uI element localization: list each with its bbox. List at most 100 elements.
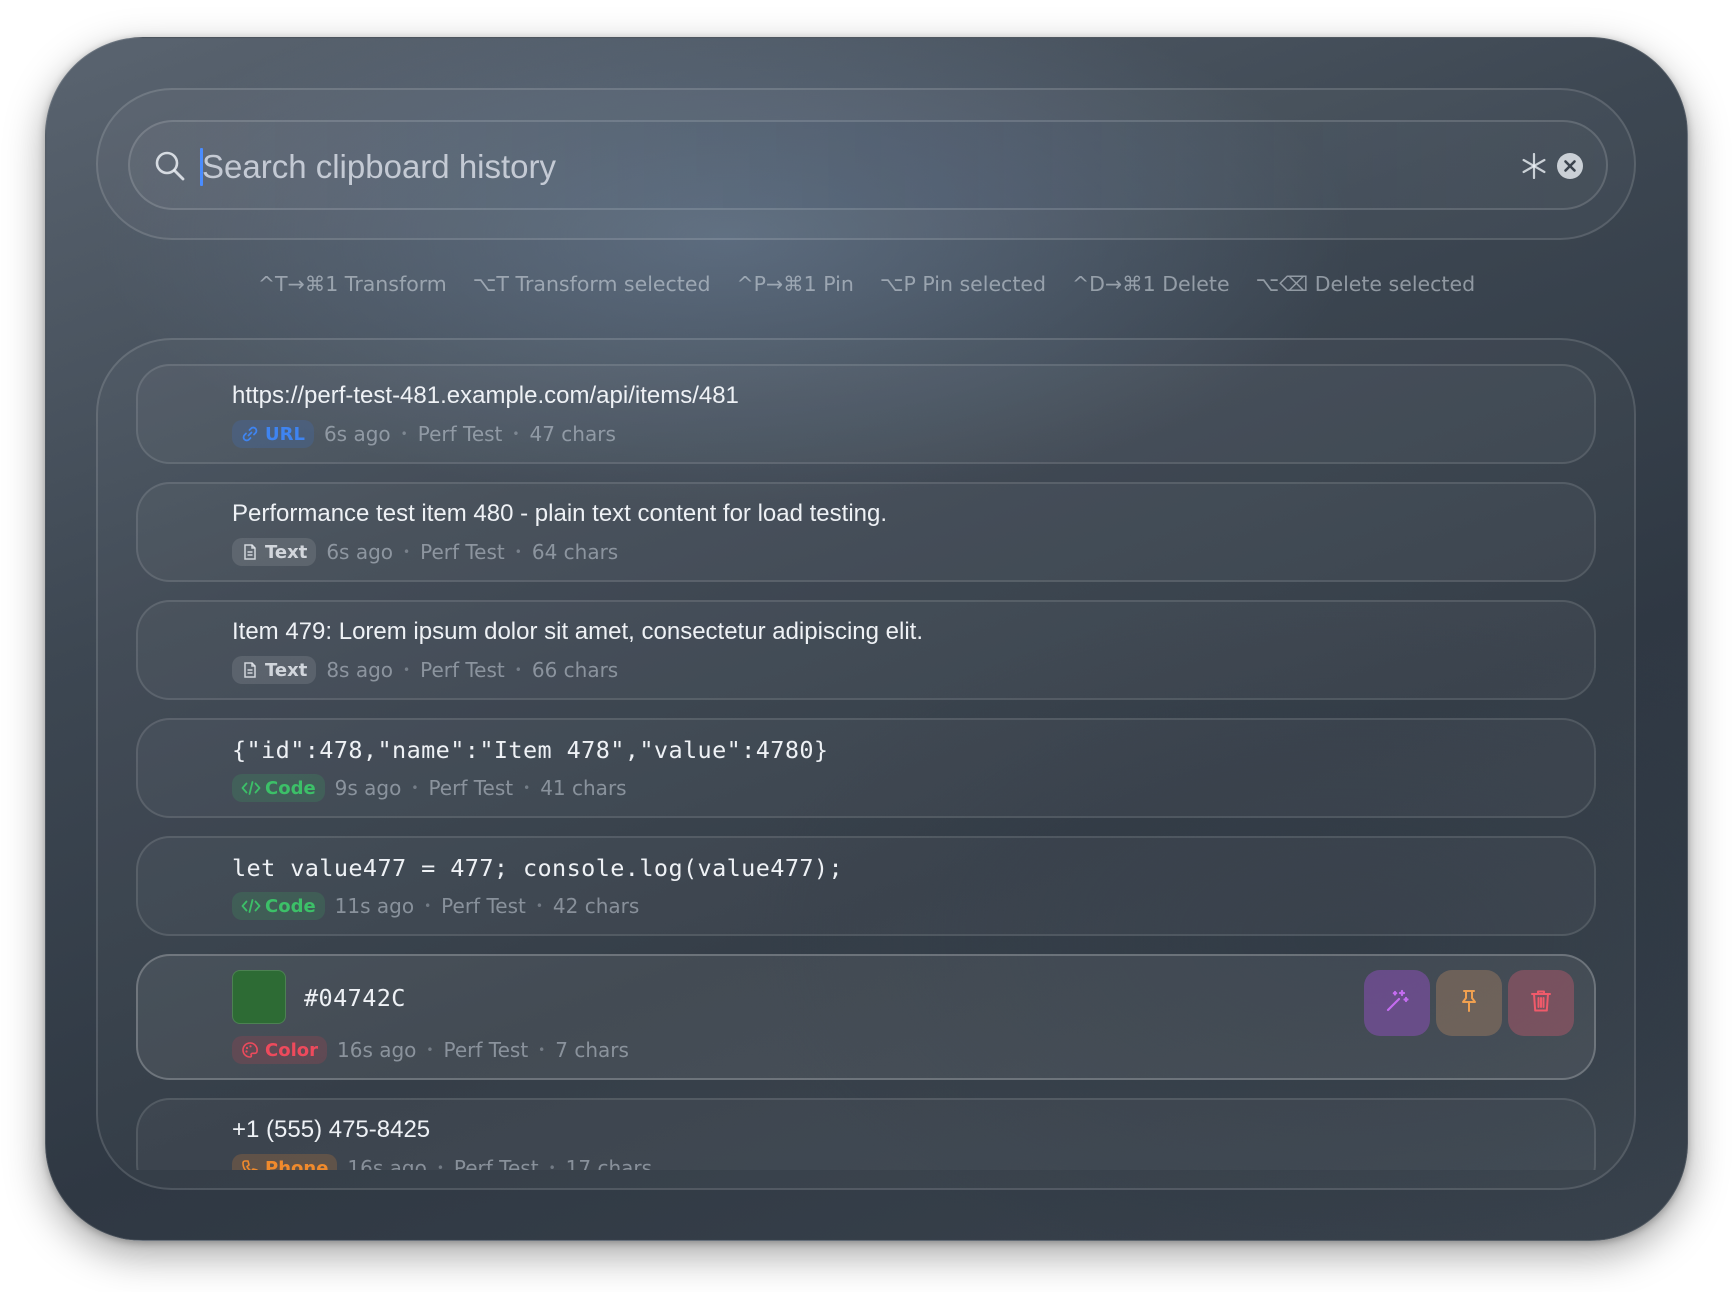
list-item[interactable]: Item 479: Lorem ipsum dolor sit amet, co…	[136, 600, 1596, 700]
shortcut-hint-delete-selected: ⌥⌫ Delete selected	[1255, 272, 1476, 296]
type-label: Code	[265, 777, 316, 799]
clipboard-window: ^T→⌘1 Transform ⌥T Transform selected ^P…	[45, 37, 1688, 1241]
list-item[interactable]: https://perf-test-481.example.com/api/it…	[136, 364, 1596, 464]
separator-dot: •	[514, 663, 522, 677]
document-icon	[241, 661, 259, 679]
item-content: +1 (555) 475-8425	[232, 1116, 431, 1143]
item-time: 8s ago	[326, 658, 394, 682]
separator-dot: •	[411, 781, 419, 795]
separator-dot: •	[548, 1161, 556, 1170]
type-badge-text: Text	[232, 538, 317, 566]
asterisk-icon[interactable]	[1514, 146, 1554, 186]
item-length: 47 chars	[529, 422, 616, 446]
list-item[interactable]: {"id":478,"name":"Item 478","value":4780…	[136, 718, 1596, 818]
separator-dot: •	[403, 545, 411, 559]
item-source: Perf Test	[443, 1038, 529, 1062]
separator-dot: •	[400, 427, 408, 441]
separator-dot: •	[535, 899, 543, 913]
link-icon	[241, 425, 259, 443]
item-time: 16s ago	[347, 1156, 427, 1170]
item-meta: Text 8s ago • Perf Test • 66 chars	[232, 656, 618, 684]
item-source: Perf Test	[428, 776, 514, 800]
pin-icon	[1456, 988, 1482, 1019]
shortcut-hint-transform-selected: ⌥T Transform selected	[472, 272, 711, 296]
type-badge-phone: Phone	[232, 1154, 338, 1171]
type-label: URL	[265, 423, 305, 445]
clipboard-list-viewport: https://perf-test-481.example.com/api/it…	[98, 340, 1634, 1170]
item-meta: Color 16s ago • Perf Test • 7 chars	[232, 1036, 629, 1064]
item-content: https://perf-test-481.example.com/api/it…	[232, 382, 739, 409]
item-content: {"id":478,"name":"Item 478","value":4780…	[232, 736, 829, 764]
clear-icon[interactable]	[1557, 153, 1583, 179]
item-source: Perf Test	[420, 540, 505, 564]
item-meta: URL 6s ago • Perf Test • 47 chars	[232, 420, 616, 448]
item-meta: Text 6s ago • Perf Test • 64 chars	[232, 538, 618, 566]
item-source: Perf Test	[420, 658, 505, 682]
item-meta: Code 9s ago • Perf Test • 41 chars	[232, 774, 627, 802]
pin-button[interactable]	[1436, 970, 1502, 1036]
item-length: 41 chars	[540, 776, 627, 800]
item-meta: Code 11s ago • Perf Test • 42 chars	[232, 892, 639, 920]
search-bar[interactable]	[128, 120, 1608, 210]
type-badge-color: Color	[232, 1036, 327, 1064]
list-item[interactable]: let value477 = 477; console.log(value477…	[136, 836, 1596, 936]
item-content: #04742C	[304, 984, 406, 1012]
separator-dot: •	[436, 1161, 444, 1170]
item-length: 64 chars	[531, 540, 619, 564]
code-icon	[241, 779, 261, 797]
item-time: 6s ago	[326, 540, 394, 564]
separator-dot: •	[523, 781, 531, 795]
separator-dot: •	[514, 545, 522, 559]
separator-dot: •	[512, 427, 520, 441]
type-label: Phone	[265, 1157, 329, 1171]
item-source: Perf Test	[453, 1156, 539, 1170]
item-length: 7 chars	[555, 1038, 629, 1062]
separator-dot: •	[424, 899, 432, 913]
delete-button[interactable]	[1508, 970, 1574, 1036]
item-actions	[1364, 970, 1574, 1036]
list-item[interactable]: +1 (555) 475-8425 Phone 16s ago • Perf T…	[136, 1098, 1596, 1170]
shortcut-hint-delete: ^D→⌘1 Delete	[1072, 272, 1230, 296]
item-source: Perf Test	[417, 422, 503, 446]
separator-dot: •	[538, 1043, 546, 1057]
code-icon	[241, 897, 261, 915]
item-time: 16s ago	[337, 1038, 417, 1062]
item-time: 11s ago	[334, 894, 415, 918]
search-input[interactable]	[200, 140, 1484, 194]
item-source: Perf Test	[441, 894, 526, 918]
type-label: Text	[265, 659, 308, 681]
type-badge-url: URL	[232, 420, 314, 448]
shortcut-hint-transform: ^T→⌘1 Transform	[257, 272, 447, 296]
palette-icon	[241, 1041, 259, 1059]
clipboard-list[interactable]: https://perf-test-481.example.com/api/it…	[96, 338, 1636, 1190]
shortcut-hint-pin-selected: ⌥P Pin selected	[879, 272, 1046, 296]
trash-icon	[1528, 988, 1554, 1019]
phone-icon	[241, 1159, 259, 1170]
search-container	[96, 88, 1636, 240]
shortcut-hints: ^T→⌘1 Transform ⌥T Transform selected ^P…	[46, 272, 1687, 312]
item-content: let value477 = 477; console.log(value477…	[232, 854, 844, 882]
item-length: 66 chars	[531, 658, 619, 682]
transform-button[interactable]	[1364, 970, 1430, 1036]
item-length: 42 chars	[552, 894, 640, 918]
text-caret	[200, 148, 203, 186]
type-label: Color	[265, 1039, 318, 1061]
type-badge-code: Code	[232, 892, 325, 920]
document-icon	[241, 543, 259, 561]
list-item-selected[interactable]: #04742C Color 16s ago • Perf Test • 7 ch…	[136, 954, 1596, 1080]
separator-dot: •	[426, 1043, 434, 1057]
type-badge-text: Text	[232, 656, 317, 684]
item-time: 6s ago	[323, 422, 391, 446]
search-icon	[152, 148, 188, 184]
list-item[interactable]: Performance test item 480 - plain text c…	[136, 482, 1596, 582]
item-meta: Phone 16s ago • Perf Test • 17 chars	[232, 1154, 652, 1170]
shortcut-hint-pin: ^P→⌘1 Pin	[736, 272, 854, 296]
item-content: Item 479: Lorem ipsum dolor sit amet, co…	[232, 618, 923, 645]
color-swatch	[232, 970, 286, 1024]
type-label: Text	[265, 541, 308, 563]
separator-dot: •	[403, 663, 411, 677]
type-label: Code	[265, 895, 316, 917]
magic-wand-icon	[1384, 988, 1410, 1019]
item-time: 9s ago	[334, 776, 402, 800]
item-content: Performance test item 480 - plain text c…	[232, 500, 888, 527]
